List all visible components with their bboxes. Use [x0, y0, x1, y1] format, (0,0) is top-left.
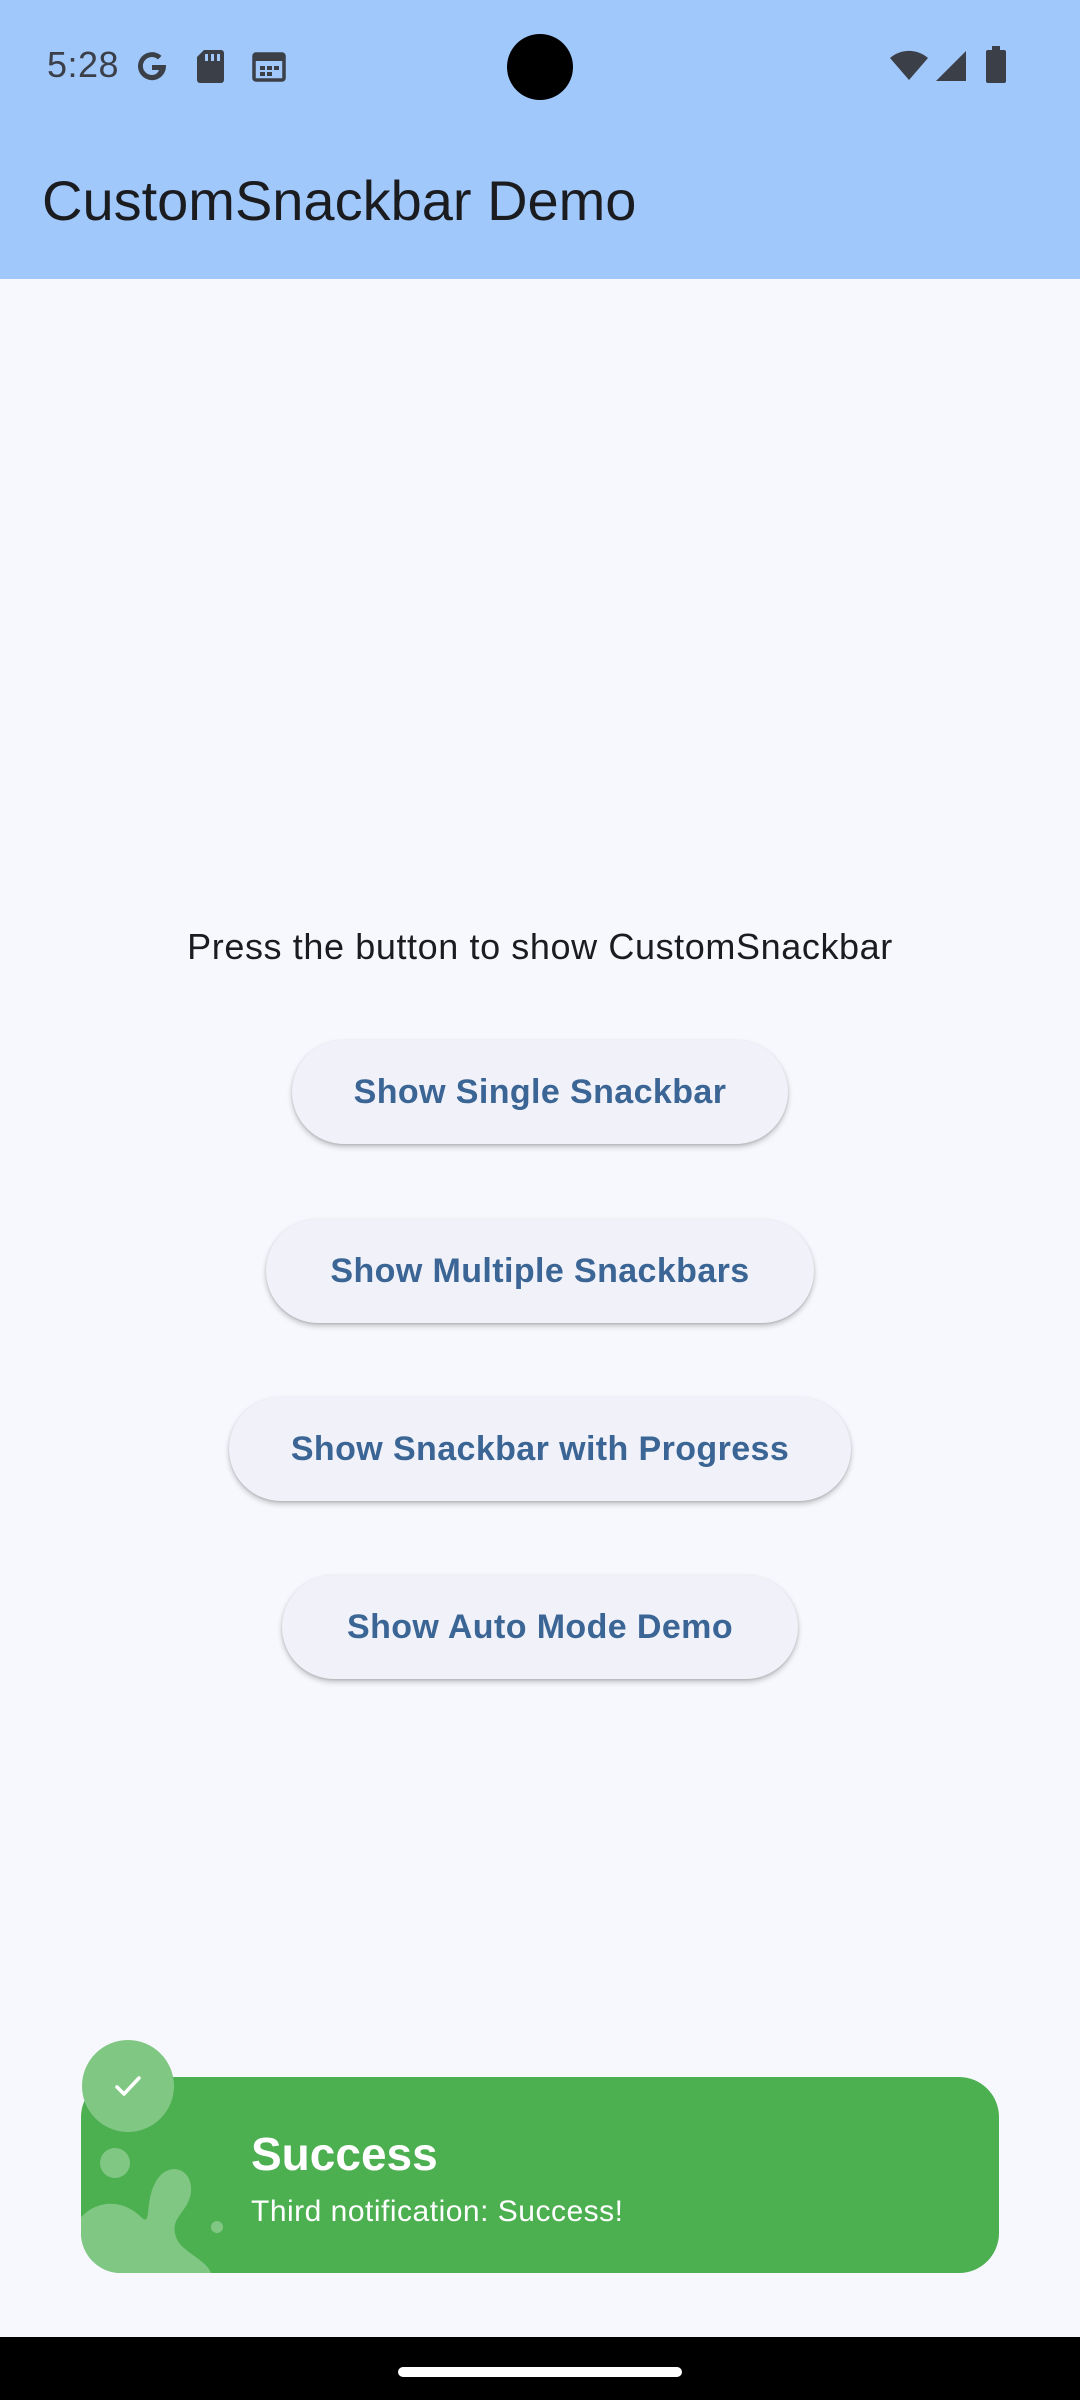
status-time: 5:28	[47, 44, 120, 85]
app-title: CustomSnackbar Demo	[42, 169, 637, 232]
wifi-icon	[889, 50, 929, 87]
cell-signal-icon	[934, 50, 968, 87]
google-icon	[134, 48, 170, 89]
home-gesture-handle[interactable]	[398, 2367, 682, 2377]
check-icon	[115, 2076, 141, 2096]
battery-icon	[985, 46, 1007, 89]
snackbar-title: Success	[251, 2128, 438, 2180]
camera-cutout	[507, 34, 573, 100]
calendar-icon	[251, 48, 287, 89]
success-snackbar[interactable]: Success Third notification: Success!	[81, 2077, 999, 2273]
app-header: 5:28 CustomSnackbar Demo	[0, 0, 1080, 279]
snackbar-message: Third notification: Success!	[251, 2195, 624, 2228]
snackbar-status-badge	[82, 2040, 174, 2132]
show-single-snackbar-button[interactable]: Show Single Snackbar	[292, 1040, 788, 1144]
sd-card-icon	[195, 48, 225, 89]
prompt-text: Press the button to show CustomSnackbar	[187, 926, 893, 967]
show-snackbar-with-progress-button[interactable]: Show Snackbar with Progress	[229, 1397, 851, 1501]
status-bar: 5:28	[0, 0, 1080, 134]
show-auto-mode-demo-button[interactable]: Show Auto Mode Demo	[282, 1575, 798, 1679]
show-multiple-snackbars-button[interactable]: Show Multiple Snackbars	[266, 1219, 814, 1323]
